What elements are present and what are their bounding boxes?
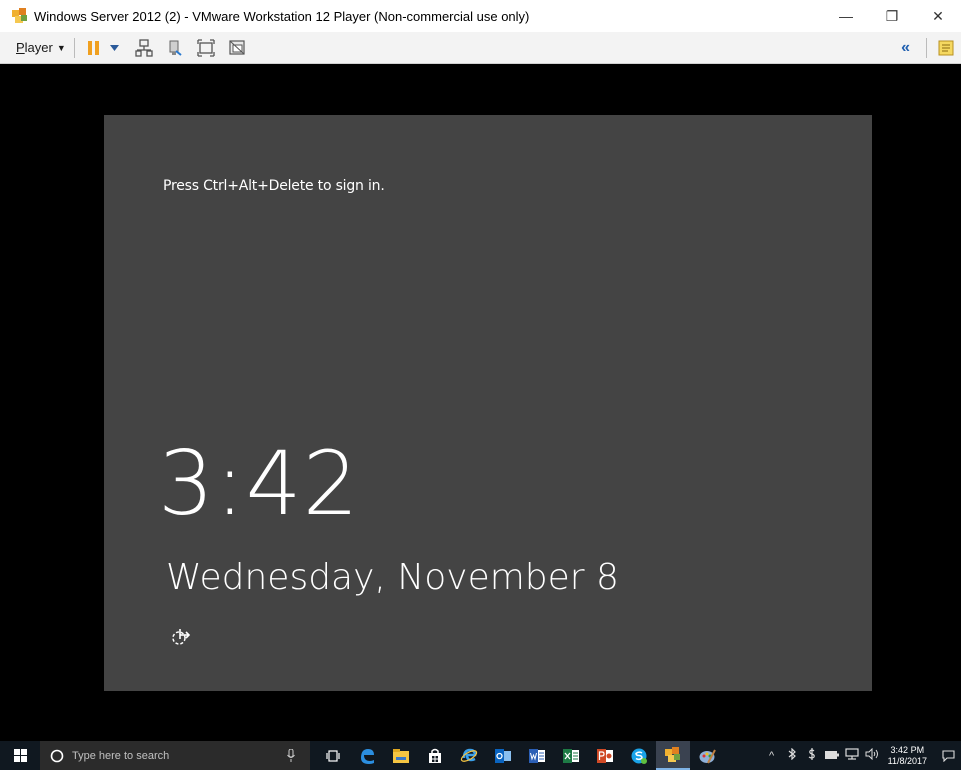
pause-icon <box>87 40 99 55</box>
notes-icon <box>938 40 954 56</box>
taskbar-powerpoint[interactable] <box>588 741 622 770</box>
excel-icon <box>563 748 579 763</box>
ease-of-access-icon[interactable] <box>170 626 192 648</box>
windows-logo-icon <box>13 749 27 762</box>
message-log-button[interactable] <box>935 37 957 59</box>
vmware-icon <box>10 6 30 26</box>
usb-device-icon <box>169 40 182 56</box>
taskbar-skype[interactable] <box>622 741 656 770</box>
taskbar-file-explorer[interactable] <box>384 741 418 770</box>
player-menu-accel: P <box>16 40 25 55</box>
lock-screen-time: 3:42 <box>158 432 360 535</box>
edge-icon <box>361 748 374 764</box>
dollar-app-icon[interactable] <box>804 748 820 763</box>
taskbar-search-box[interactable]: Type here to search <box>40 741 310 770</box>
pause-button[interactable] <box>83 37 105 59</box>
vmware-icon <box>665 746 680 762</box>
internet-explorer-icon <box>460 748 478 762</box>
word-icon <box>529 748 545 763</box>
window-title: Windows Server 2012 (2) - VMware Worksta… <box>34 8 530 24</box>
unity-button[interactable] <box>226 37 248 59</box>
system-tray: ^ 3:42 PM 11/8/2017 <box>764 741 961 770</box>
taskbar-store[interactable] <box>418 741 452 770</box>
chevron-down-icon <box>110 44 120 51</box>
skype-icon <box>631 748 647 764</box>
paint-icon <box>699 749 716 763</box>
power-dropdown-button[interactable] <box>109 37 121 59</box>
unity-mode-icon <box>229 39 245 55</box>
player-menu-label: layer <box>24 40 53 55</box>
taskbar-paint[interactable] <box>690 741 724 770</box>
taskbar-clock[interactable]: 3:42 PM 11/8/2017 <box>888 745 927 767</box>
taskbar-date: 11/8/2017 <box>887 755 927 766</box>
network-computers-icon <box>135 38 153 57</box>
bluetooth-icon[interactable] <box>784 747 800 763</box>
window-title-bar: Windows Server 2012 (2) - VMware Worksta… <box>0 0 961 32</box>
lock-screen[interactable]: Press Ctrl+Alt+Delete to sign in. 3:42 W… <box>104 115 872 691</box>
outlook-icon <box>495 748 511 763</box>
task-view-button[interactable] <box>316 741 350 770</box>
sign-in-prompt: Press Ctrl+Alt+Delete to sign in. <box>163 178 385 194</box>
microphone-icon[interactable] <box>284 748 298 764</box>
taskbar-word[interactable] <box>520 741 554 770</box>
powerpoint-icon <box>597 748 613 763</box>
send-ctrl-alt-del-button[interactable] <box>133 37 155 59</box>
toolbar-divider <box>73 37 75 58</box>
taskbar-time: 3:42 PM <box>890 744 925 755</box>
folder-icon <box>393 748 409 763</box>
player-menu-button[interactable]: Player ▼ <box>16 40 66 55</box>
volume-icon[interactable] <box>864 747 880 763</box>
battery-icon[interactable] <box>824 750 840 762</box>
vm-display[interactable]: Press Ctrl+Alt+Delete to sign in. 3:42 W… <box>0 65 961 741</box>
network-icon[interactable] <box>844 748 860 763</box>
removable-devices-button[interactable] <box>164 37 186 59</box>
start-button[interactable] <box>0 741 40 770</box>
collapse-library-icon[interactable]: « <box>901 39 910 57</box>
close-button[interactable]: ✕ <box>915 0 961 32</box>
task-view-icon <box>326 749 340 762</box>
taskbar-edge[interactable] <box>350 741 384 770</box>
taskbar-vmware-player[interactable] <box>656 741 690 770</box>
store-bag-icon <box>429 748 441 763</box>
host-taskbar: Type here to search ^ 3:42 PM 11/8/2017 <box>0 741 961 770</box>
taskbar-excel[interactable] <box>554 741 588 770</box>
player-toolbar: Player ▼ « <box>0 32 961 64</box>
taskbar-internet-explorer[interactable] <box>452 741 486 770</box>
search-placeholder: Type here to search <box>72 749 170 762</box>
action-center-button[interactable] <box>935 741 961 770</box>
cortana-icon <box>50 749 64 762</box>
toolbar-divider <box>926 38 927 58</box>
restore-button[interactable]: ❐ <box>869 0 915 32</box>
lock-screen-date: Wednesday, November 8 <box>166 557 619 598</box>
fullscreen-icon <box>197 38 215 57</box>
chevron-down-icon: ▼ <box>56 42 66 53</box>
full-screen-button[interactable] <box>195 37 217 59</box>
show-hidden-icons-button[interactable]: ^ <box>764 750 780 762</box>
minimize-button[interactable]: — <box>823 0 869 32</box>
taskbar-outlook[interactable] <box>486 741 520 770</box>
notification-icon <box>941 749 955 762</box>
